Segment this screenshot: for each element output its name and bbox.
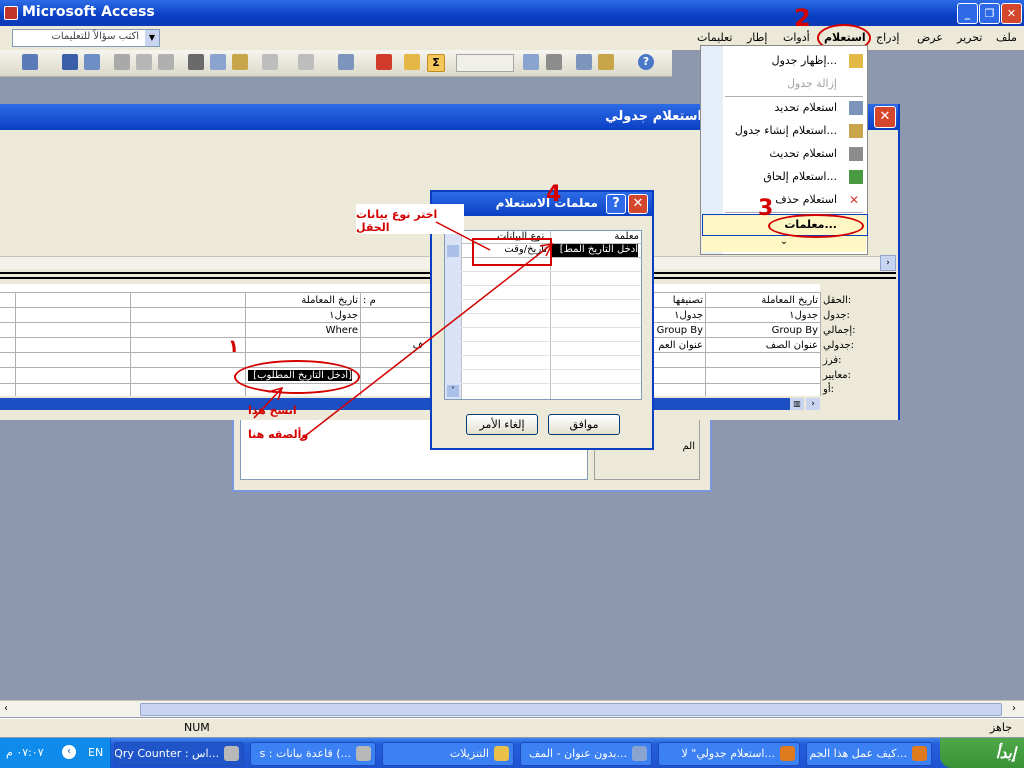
menu-item-select-query[interactable]: استعلام تحديد — [774, 101, 837, 114]
menu-item-make-table-query[interactable]: استعلام إنشاء جدول... — [735, 124, 837, 137]
status-ready: جاهز — [989, 721, 1012, 734]
taskbar-item[interactable]: Qry Counter : اس... — [114, 742, 244, 766]
chevron-down-icon[interactable]: ⌄ — [702, 236, 866, 252]
annotation-circle-parameters — [768, 214, 864, 238]
menu-item-delete-query[interactable]: استعلام حذف — [775, 193, 837, 206]
folder-icon — [494, 746, 509, 761]
taskbar-item[interactable]: كيف عمل هذا الجم... — [806, 742, 932, 766]
scroll-thumb[interactable] — [140, 703, 1002, 716]
status-bar: جاهز NUM — [0, 718, 1024, 737]
select-query-icon — [849, 101, 863, 115]
append-query-icon — [849, 170, 863, 184]
menu-item-append-query[interactable]: استعلام إلحاق... — [763, 170, 837, 183]
status-num: NUM — [184, 721, 210, 734]
start-button-label: إبدأ — [995, 744, 1016, 762]
firefox-icon — [780, 746, 795, 761]
query-icon — [224, 746, 239, 761]
scroll-left-icon[interactable]: ‹ — [4, 703, 8, 714]
chevron-left-icon[interactable]: ‹ — [62, 745, 76, 759]
main-horizontal-scrollbar[interactable]: ‹ › — [0, 700, 1024, 717]
show-table-icon — [849, 54, 863, 68]
menu-item-remove-table[interactable]: إزالة جدول — [787, 77, 837, 90]
scroll-right-icon[interactable]: › — [1012, 703, 1016, 714]
make-table-icon — [849, 124, 863, 138]
menu-item-show-table[interactable]: إظهار جدول... — [772, 54, 837, 67]
menu-item-update-query[interactable]: استعلام تحديث — [769, 147, 837, 160]
taskbar-item[interactable]: بدون عنوان - المف... — [520, 742, 652, 766]
notepad-icon — [632, 746, 647, 761]
start-button[interactable]: إبدأ — [940, 738, 1024, 768]
annotation-arrows — [253, 221, 554, 441]
update-query-icon — [849, 147, 863, 161]
clock: ٠٧:٠٧ م — [6, 746, 44, 759]
language-indicator[interactable]: EN — [88, 746, 103, 759]
delete-query-icon: ✕ — [849, 193, 860, 207]
annotation-number-3: 3 — [758, 196, 774, 221]
database-icon — [356, 746, 371, 761]
taskbar-item[interactable]: استعلام جدولي" لا... — [658, 742, 800, 766]
system-tray: EN ‹ ٠٧:٠٧ م — [0, 738, 111, 768]
taskbar-item[interactable]: s : قاعدة بيانات (... — [250, 742, 376, 766]
firefox-icon — [912, 746, 927, 761]
taskbar-item[interactable]: التنزيلات — [382, 742, 514, 766]
